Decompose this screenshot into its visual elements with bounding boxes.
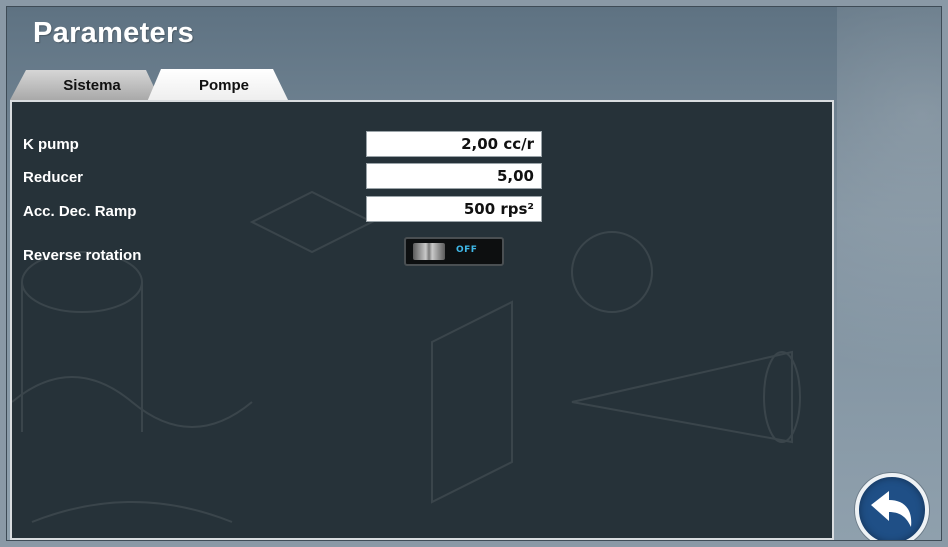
parameters-window: Parameters Sistema Pompe K pump 2,00 cc/…: [6, 6, 942, 541]
toggle-thumb: [413, 243, 445, 260]
k-pump-input[interactable]: 2,00 cc/r: [366, 131, 542, 157]
acc-dec-ramp-label: Acc. Dec. Ramp: [23, 203, 137, 220]
tab-pompe[interactable]: Pompe: [147, 69, 289, 102]
reducer-input[interactable]: 5,00: [366, 163, 542, 189]
background-decoration: [837, 7, 941, 540]
toggle-state-label: OFF: [456, 245, 478, 255]
tab-pompe-label: Pompe: [198, 77, 249, 94]
pompe-panel: K pump 2,00 cc/r Reducer 5,00 Acc. Dec. …: [10, 100, 834, 540]
reducer-label: Reducer: [23, 169, 84, 186]
acc-dec-ramp-input[interactable]: 500 rps²: [366, 196, 542, 222]
k-pump-label: K pump: [23, 136, 79, 153]
reverse-rotation-toggle[interactable]: OFF: [404, 237, 504, 266]
undo-arrow-icon: [871, 491, 912, 527]
back-button[interactable]: [855, 473, 929, 540]
tab-sistema-label: Sistema: [63, 76, 121, 94]
reverse-rotation-label: Reverse rotation: [23, 247, 142, 264]
page-title: Parameters: [33, 17, 194, 49]
tab-sistema[interactable]: Sistema: [10, 70, 160, 100]
